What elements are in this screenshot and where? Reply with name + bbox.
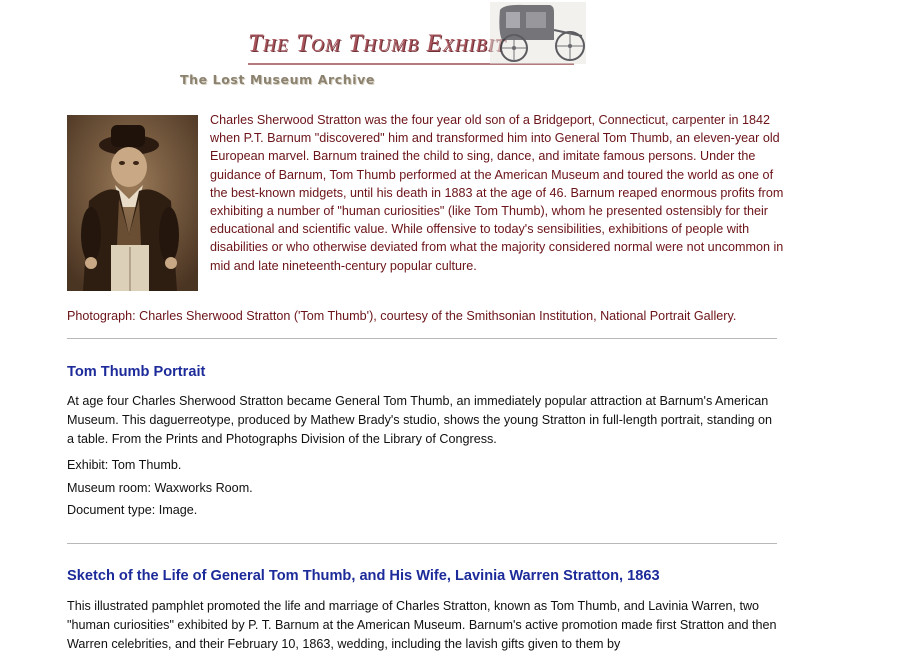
entry-title-link[interactable]: Sketch of the Life of General Tom Thumb,…: [67, 568, 660, 584]
entry-description: This illustrated pamphlet promoted the l…: [67, 599, 777, 651]
intro-paragraph: Charles Sherwood Stratton was the four y…: [210, 113, 784, 273]
banner-subtitle: The Lost Museum Archive: [180, 72, 375, 87]
banner-title: The Tom Thumb Exhibit: [248, 30, 506, 57]
entry-museum-room: Museum room: Waxworks Room.: [67, 481, 253, 495]
entry-description: At age four Charles Sherwood Stratton be…: [67, 394, 773, 446]
section-divider: [67, 543, 777, 544]
entry-exhibit: Exhibit: Tom Thumb.: [67, 458, 182, 472]
site-banner[interactable]: The Tom Thumb Exhibit The Lost Museum Ar…: [176, 0, 586, 90]
section-divider: [67, 338, 777, 339]
entry-document-type: Document type: Image.: [67, 503, 198, 517]
carriage-icon: [490, 2, 586, 64]
portrait-image: [67, 115, 198, 291]
photo-caption: Photograph: Charles Sherwood Stratton ('…: [67, 309, 737, 323]
page: The Tom Thumb Exhibit The Lost Museum Ar…: [0, 0, 899, 652]
entry-title-link[interactable]: Tom Thumb Portrait: [67, 364, 205, 380]
